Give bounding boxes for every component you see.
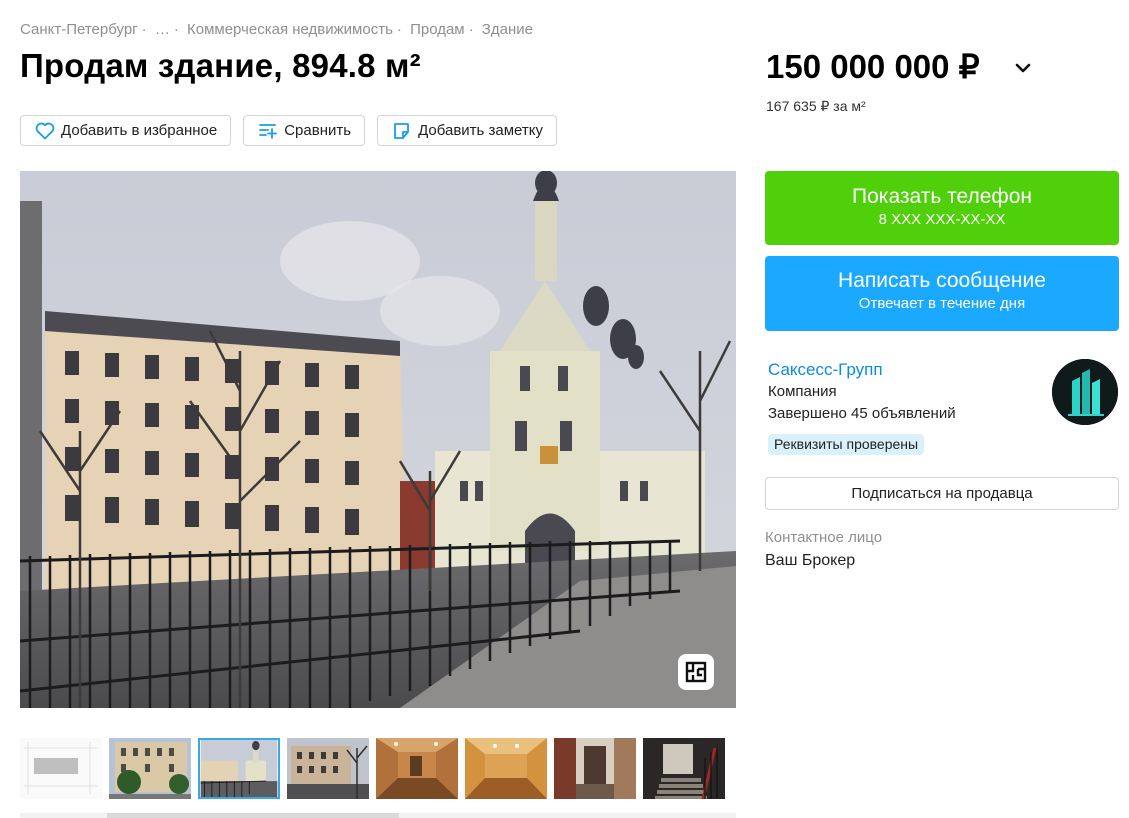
price: 150 000 000 ₽ (766, 48, 980, 85)
main-photo[interactable] (20, 171, 736, 708)
building-front-thumbnail-image (109, 738, 191, 799)
compare-icon (259, 123, 278, 139)
thumb-plan[interactable] (20, 738, 102, 799)
add-to-favorites-button[interactable]: Добавить в избранное (20, 115, 232, 146)
add-to-favorites-label: Добавить в избранное (61, 122, 218, 139)
contact-person-name: Ваш Брокер (765, 552, 856, 569)
masked-phone-number: 8 XXX XXX-XX-XX (878, 211, 1006, 228)
subscribe-to-seller-button[interactable]: Подписаться на продавца (765, 477, 1119, 510)
thumb-interior-room[interactable] (376, 738, 458, 799)
seller-completed-listings: Завершено 45 объявлений (768, 405, 956, 422)
write-message-label: Написать сообщение (838, 269, 1046, 292)
write-message-button[interactable]: Написать сообщение Отвечает в течение дн… (765, 256, 1119, 331)
interior-room-thumbnail-image (376, 738, 458, 799)
heart-icon (35, 122, 55, 139)
breadcrumb: Санкт-Петербург · … · Коммерческая недвижи… (20, 21, 533, 38)
show-phone-button[interactable]: Показать телефон 8 XXX XXX-XX-XX (765, 171, 1119, 245)
floor-plan-icon (685, 661, 707, 683)
plan-thumbnail-image (20, 738, 102, 799)
floor-plan-button[interactable] (678, 654, 714, 690)
thumbnail-scrollbar-thumb[interactable] (107, 813, 399, 818)
breadcrumb-ellipsis[interactable]: … (155, 21, 170, 38)
breadcrumb-property-type[interactable]: Здание (482, 21, 533, 38)
thumb-staircase[interactable] (643, 738, 725, 799)
church-thumbnail-image (200, 740, 278, 797)
chevron-down-icon (1015, 63, 1031, 73)
seller-avatar[interactable] (1052, 359, 1118, 425)
thumb-building-front[interactable] (109, 738, 191, 799)
breadcrumb-separator: · (468, 21, 474, 38)
price-per-square-meter: 167 635 ₽ за м² (766, 98, 866, 114)
breadcrumb-category[interactable]: Коммерческая недвижимость (187, 21, 393, 38)
breadcrumb-separator: · (173, 21, 179, 38)
building-photo (20, 171, 736, 708)
breadcrumb-deal-type[interactable]: Продам (410, 21, 465, 38)
show-phone-label: Показать телефон (852, 185, 1032, 208)
verified-details-badge: Реквизиты проверены (768, 434, 925, 455)
add-note-label: Добавить заметку (418, 122, 543, 139)
seller-name-link[interactable]: Саксесс-Групп (768, 360, 883, 380)
thumb-church-street[interactable] (198, 738, 280, 799)
price-details-toggle[interactable] (1013, 58, 1033, 78)
compare-button[interactable]: Сравнить (243, 115, 366, 146)
page-title: Продам здание, 894.8 м² (20, 47, 421, 84)
interior-doorway-thumbnail-image (554, 738, 636, 799)
breadcrumb-separator: · (141, 21, 147, 38)
compare-label: Сравнить (284, 122, 352, 139)
contact-person-label: Контактное лицо (765, 529, 883, 546)
listing-actions: Добавить в избранное Сравнить Добавить з… (20, 115, 557, 146)
staircase-thumbnail-image (643, 738, 725, 799)
note-icon (394, 122, 409, 139)
photo-thumbnails (20, 738, 725, 799)
thumb-interior-doorway[interactable] (554, 738, 636, 799)
thumb-interior-room-2[interactable] (465, 738, 547, 799)
interior-room-2-thumbnail-image (465, 738, 547, 799)
add-note-button[interactable]: Добавить заметку (377, 115, 557, 146)
seller-type: Компания (768, 383, 837, 400)
courtyard-thumbnail-image (287, 738, 369, 799)
breadcrumb-separator: · (396, 21, 402, 38)
breadcrumb-city[interactable]: Санкт-Петербург (20, 21, 138, 38)
thumb-courtyard[interactable] (287, 738, 369, 799)
response-time: Отвечает в течение дня (858, 295, 1026, 312)
buildings-logo-icon (1052, 359, 1118, 425)
